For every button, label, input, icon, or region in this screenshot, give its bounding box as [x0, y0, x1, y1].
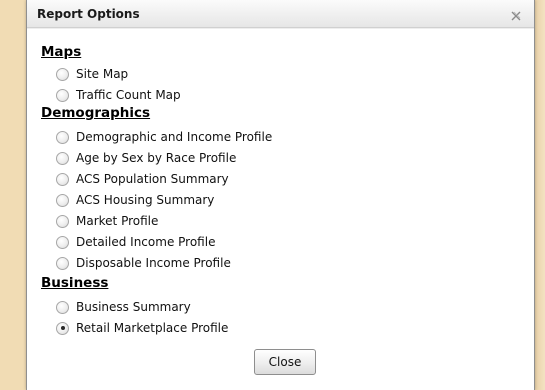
- close-button[interactable]: Close: [254, 349, 316, 375]
- dialog-titlebar: Report Options: [27, 0, 534, 28]
- option-traffic-count-map[interactable]: Traffic Count Map: [56, 86, 181, 104]
- option-label: Age by Sex by Race Profile: [76, 151, 237, 165]
- close-icon[interactable]: [510, 7, 522, 21]
- radio-icon[interactable]: [56, 67, 69, 81]
- option-label: Market Profile: [76, 214, 159, 228]
- section-heading-demographics: Demographics: [41, 105, 151, 121]
- option-market-profile[interactable]: Market Profile: [56, 212, 158, 230]
- background-right-edge: [535, 0, 545, 390]
- option-demographic-income-profile[interactable]: Demographic and Income Profile: [56, 128, 272, 146]
- option-label: Demographic and Income Profile: [76, 130, 273, 144]
- radio-selected-dot: [60, 326, 65, 330]
- option-label: Detailed Income Profile: [76, 235, 216, 249]
- radio-icon[interactable]: [56, 172, 69, 186]
- section-heading-maps: Maps: [41, 44, 82, 60]
- option-label: Retail Marketplace Profile: [76, 321, 229, 335]
- radio-icon[interactable]: [56, 321, 69, 335]
- option-acs-housing-summary[interactable]: ACS Housing Summary: [56, 191, 214, 209]
- radio-icon[interactable]: [56, 214, 69, 228]
- radio-icon[interactable]: [56, 88, 69, 102]
- option-age-sex-race-profile[interactable]: Age by Sex by Race Profile: [56, 149, 236, 167]
- option-label: Business Summary: [76, 300, 191, 314]
- option-acs-population-summary[interactable]: ACS Population Summary: [56, 170, 229, 188]
- radio-icon[interactable]: [56, 130, 69, 144]
- option-label: ACS Population Summary: [76, 172, 229, 186]
- option-retail-marketplace-profile[interactable]: Retail Marketplace Profile: [56, 319, 228, 337]
- option-detailed-income-profile[interactable]: Detailed Income Profile: [56, 233, 215, 251]
- option-site-map[interactable]: Site Map: [56, 65, 128, 83]
- option-label: Traffic Count Map: [76, 88, 181, 102]
- dialog-title: Report Options: [37, 7, 140, 21]
- report-options-dialog: Report Options Maps Site Map Traffic Cou…: [26, 0, 535, 390]
- option-disposable-income-profile[interactable]: Disposable Income Profile: [56, 254, 231, 272]
- option-label: ACS Housing Summary: [76, 193, 215, 207]
- radio-icon[interactable]: [56, 151, 69, 165]
- radio-icon[interactable]: [56, 193, 69, 207]
- radio-icon[interactable]: [56, 235, 69, 249]
- dialog-content: Maps Site Map Traffic Count Map Demograp…: [27, 28, 534, 390]
- option-label: Disposable Income Profile: [76, 256, 231, 270]
- option-label: Site Map: [76, 67, 129, 81]
- section-heading-business: Business: [41, 275, 109, 291]
- option-business-summary[interactable]: Business Summary: [56, 298, 191, 316]
- radio-icon[interactable]: [56, 256, 69, 270]
- radio-icon[interactable]: [56, 300, 69, 314]
